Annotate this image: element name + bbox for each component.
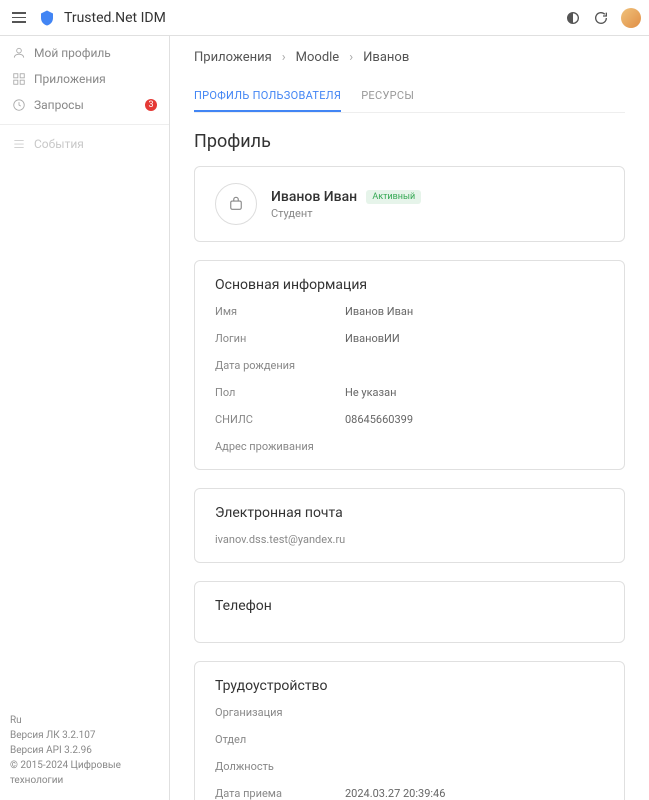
sidebar-item-label: Мой профиль <box>34 46 111 60</box>
sidebar-item-label: Запросы <box>34 98 84 112</box>
field-row: Организация <box>215 706 604 719</box>
clock-icon <box>12 98 26 112</box>
email-card: Электронная почта ivanov.dss.test@yandex… <box>194 488 625 563</box>
chevron-right-icon: › <box>349 50 353 65</box>
breadcrumb-item[interactable]: Приложения <box>194 50 272 65</box>
list-icon <box>12 137 26 151</box>
section-title: Телефон <box>215 598 604 614</box>
section-title: Основная информация <box>215 277 604 293</box>
field-row: ЛогинИвановИИ <box>215 332 604 345</box>
footer-version-lk: Версия ЛК 3.2.107 <box>10 728 159 743</box>
field-row: СНИЛС08645660399 <box>215 413 604 426</box>
refresh-icon[interactable] <box>593 10 609 26</box>
footer-lang: Ru <box>10 713 159 728</box>
tabs: ПРОФИЛЬ ПОЛЬЗОВАТЕЛЯ РЕСУРСЫ <box>194 81 625 113</box>
sidebar-item-profile[interactable]: Мой профиль <box>0 40 169 66</box>
field-row: Дата рождения <box>215 359 604 372</box>
footer-copyright: © 2015-2024 Цифровые технологии <box>10 758 159 788</box>
profile-role: Студент <box>271 207 421 220</box>
email-value: ivanov.dss.test@yandex.ru <box>215 533 604 546</box>
sidebar-item-label: События <box>34 137 84 151</box>
profile-avatar-icon <box>215 183 257 225</box>
field-row: ПолНе указан <box>215 386 604 399</box>
tab-user-profile[interactable]: ПРОФИЛЬ ПОЛЬЗОВАТЕЛЯ <box>194 81 341 112</box>
field-row: Должность <box>215 760 604 773</box>
breadcrumb-item[interactable]: Иванов <box>363 50 409 65</box>
page-title: Профиль <box>194 131 625 152</box>
phone-card: Телефон <box>194 581 625 643</box>
breadcrumb: Приложения › Moodle › Иванов <box>194 50 625 65</box>
main-content: Приложения › Moodle › Иванов ПРОФИЛЬ ПОЛ… <box>170 36 649 800</box>
topbar: Trusted.Net IDM <box>0 0 649 36</box>
sidebar-item-label: Приложения <box>34 72 106 86</box>
badge: 3 <box>145 99 157 111</box>
menu-toggle-icon[interactable] <box>8 8 30 27</box>
theme-icon[interactable] <box>565 10 581 26</box>
sidebar-item-events[interactable]: События <box>0 131 169 157</box>
profile-name: Иванов Иван <box>271 189 357 205</box>
breadcrumb-item[interactable]: Moodle <box>296 50 340 65</box>
field-row: Отдел <box>215 733 604 746</box>
chevron-right-icon: › <box>282 50 286 65</box>
section-title: Трудоустройство <box>215 678 604 694</box>
sidebar-footer: Ru Версия ЛК 3.2.107 Версия API 3.2.96 ©… <box>0 705 169 796</box>
sidebar: Мой профиль Приложения Запросы 3 События… <box>0 36 170 800</box>
avatar[interactable] <box>621 8 641 28</box>
status-badge: Активный <box>366 190 421 204</box>
profile-card: Иванов Иван Активный Студент <box>194 166 625 242</box>
app-logo-icon <box>38 9 56 27</box>
field-row: Дата приема2024.03.27 20:39:46 <box>215 787 604 800</box>
app-title: Trusted.Net IDM <box>64 10 557 26</box>
sidebar-item-requests[interactable]: Запросы 3 <box>0 92 169 118</box>
tab-resources[interactable]: РЕСУРСЫ <box>361 81 414 112</box>
basic-info-card: Основная информация ИмяИванов Иван Логин… <box>194 260 625 470</box>
field-row: Адрес проживания <box>215 440 604 453</box>
employment-card: Трудоустройство Организация Отдел Должно… <box>194 661 625 800</box>
field-row: ИмяИванов Иван <box>215 305 604 318</box>
section-title: Электронная почта <box>215 505 604 521</box>
user-icon <box>12 46 26 60</box>
apps-icon <box>12 72 26 86</box>
sidebar-item-apps[interactable]: Приложения <box>0 66 169 92</box>
footer-version-api: Версия API 3.2.96 <box>10 743 159 758</box>
